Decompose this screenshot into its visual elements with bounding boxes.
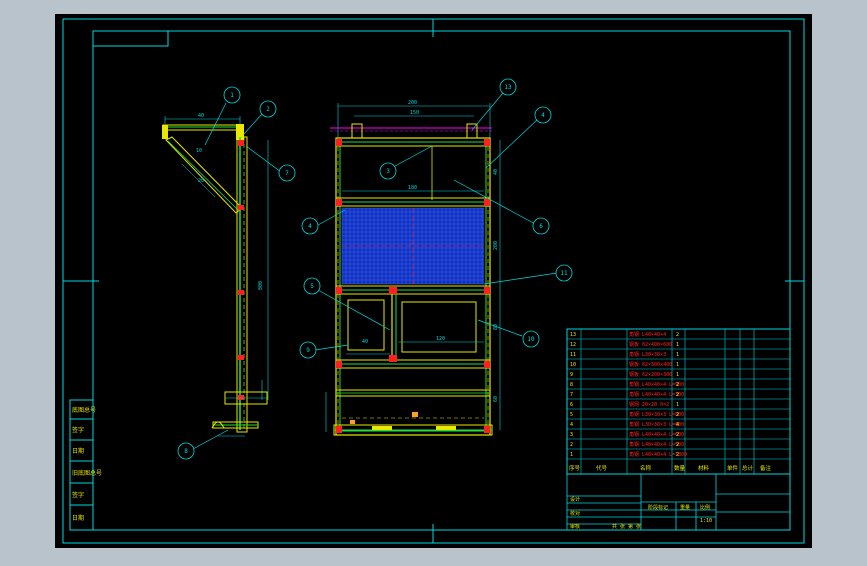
bom-cell-qty: 1 <box>676 342 679 348</box>
bom-cell-no: 9 <box>570 372 573 378</box>
bom-cell-no: 1 <box>570 452 573 458</box>
bom-cell-name: 钢网 20×20 δ=2 <box>629 401 669 408</box>
bom-cell-qty: 2 <box>676 442 679 448</box>
bom-cell-no: 5 <box>570 412 573 418</box>
bom-header-cell: 名称 <box>640 464 652 472</box>
balloon-front-9: 9 <box>306 347 310 354</box>
balloon-front-6: 6 <box>539 223 543 230</box>
bom-cell-qty: 1 <box>676 402 679 408</box>
balloon-side-8: 8 <box>184 448 188 455</box>
strip-label-1: 签字 <box>72 426 84 434</box>
side-dim-diag: 10 <box>196 148 202 154</box>
front-dim-mid: 180 <box>408 185 417 191</box>
tb-check: 校对 <box>570 510 580 517</box>
bom-cell-name: 钢板 δ2×300×400 <box>629 361 672 368</box>
bom-cell-qty: 2 <box>676 382 679 388</box>
side-dim-slant: 20 <box>198 178 204 184</box>
bom-cell-name: 钢板 δ2×400×600 <box>629 341 672 348</box>
front-dim-panel-right: 120 <box>436 336 445 342</box>
balloon-front-13: 13 <box>504 84 512 91</box>
side-dim-height: 800 <box>258 281 264 290</box>
bom-header-cell: 总计 <box>742 464 754 472</box>
bom-cell-no: 12 <box>570 342 576 348</box>
cad-drawing: 底图总号 签字 日期 旧底图总号 签字 日期 40 20 10 800 200 … <box>55 14 812 548</box>
bom-cell-name: 角钢 L40×40×4 <box>629 331 666 338</box>
balloon-front-4: 4 <box>541 112 545 119</box>
tb-sheet: 共 张 第 张 <box>612 523 641 530</box>
bom-header-cell: 代号 <box>596 464 608 472</box>
tb-weight: 重量 <box>680 504 690 511</box>
strip-label-3: 旧底图总号 <box>72 469 102 477</box>
front-dim-h2: 200 <box>493 241 499 250</box>
front-dim-panel-left: 40 <box>362 339 368 345</box>
balloon-side-1: 1 <box>230 92 234 99</box>
balloon-side-2: 2 <box>266 106 270 113</box>
strip-label-2: 日期 <box>72 447 84 455</box>
bom-cell-no: 8 <box>570 382 573 388</box>
tb-scale-value: 1:10 <box>700 518 712 524</box>
bom-header-cell: 序号 <box>569 464 581 472</box>
bom-cell-qty: 1 <box>676 372 679 378</box>
bom-cell-no: 10 <box>570 362 576 368</box>
bom-cell-qty: 1 <box>676 362 679 368</box>
bom-cell-no: 3 <box>570 432 573 438</box>
balloon-front-3: 3 <box>386 168 390 175</box>
tb-stage-mark: 阶段标记 <box>648 504 668 511</box>
balloon-front-5: 5 <box>310 283 314 290</box>
strip-label-4: 签字 <box>72 491 84 499</box>
front-dim-h4: 60 <box>493 396 499 402</box>
bom-cell-qty: 2 <box>676 452 679 458</box>
side-dim-top: 40 <box>198 113 204 119</box>
bom-cell-qty: 4 <box>676 422 679 428</box>
bom-header-cell: 材料 <box>698 464 710 472</box>
front-dim-h1: 40 <box>493 169 499 175</box>
bom-cell-qty: 2 <box>676 332 679 338</box>
bom-cell-no: 11 <box>570 352 576 358</box>
balloon-front-11: 11 <box>560 270 568 277</box>
strip-label-5: 日期 <box>72 514 84 522</box>
tb-approve: 审核 <box>570 523 580 530</box>
bom-cell-name: 角钢 L30×30×3 <box>629 351 666 358</box>
front-dim-total: 200 <box>408 100 417 106</box>
bom-cell-qty: 2 <box>676 412 679 418</box>
front-dim-inner: 150 <box>410 110 419 116</box>
bom-cell-name: 钢板 δ2×200×300 <box>629 371 672 378</box>
bom-header-cell: 单件 <box>727 464 739 472</box>
cad-viewport: 底图总号 签字 日期 旧底图总号 签字 日期 40 20 10 800 200 … <box>0 0 867 562</box>
balloon-side-7: 7 <box>285 170 289 177</box>
bom-cell-qty: 1 <box>676 352 679 358</box>
tb-scale: 比例 <box>700 504 710 511</box>
balloon-front-10: 10 <box>527 336 535 343</box>
bom-header-cell: 备注 <box>760 464 772 472</box>
bom-cell-qty: 2 <box>676 392 679 398</box>
strip-label-0: 底图总号 <box>72 406 96 414</box>
bom-cell-qty: 2 <box>676 432 679 438</box>
bom-cell-no: 7 <box>570 392 573 398</box>
bom-header-cell: 数量 <box>674 464 686 472</box>
balloon-front-4b: 4 <box>308 223 312 230</box>
bom-cell-no: 4 <box>570 422 573 428</box>
bom-cell-no: 13 <box>570 332 576 338</box>
bom-cell-no: 2 <box>570 442 573 448</box>
bom-cell-no: 6 <box>570 402 573 408</box>
tb-design: 设计 <box>570 496 580 503</box>
